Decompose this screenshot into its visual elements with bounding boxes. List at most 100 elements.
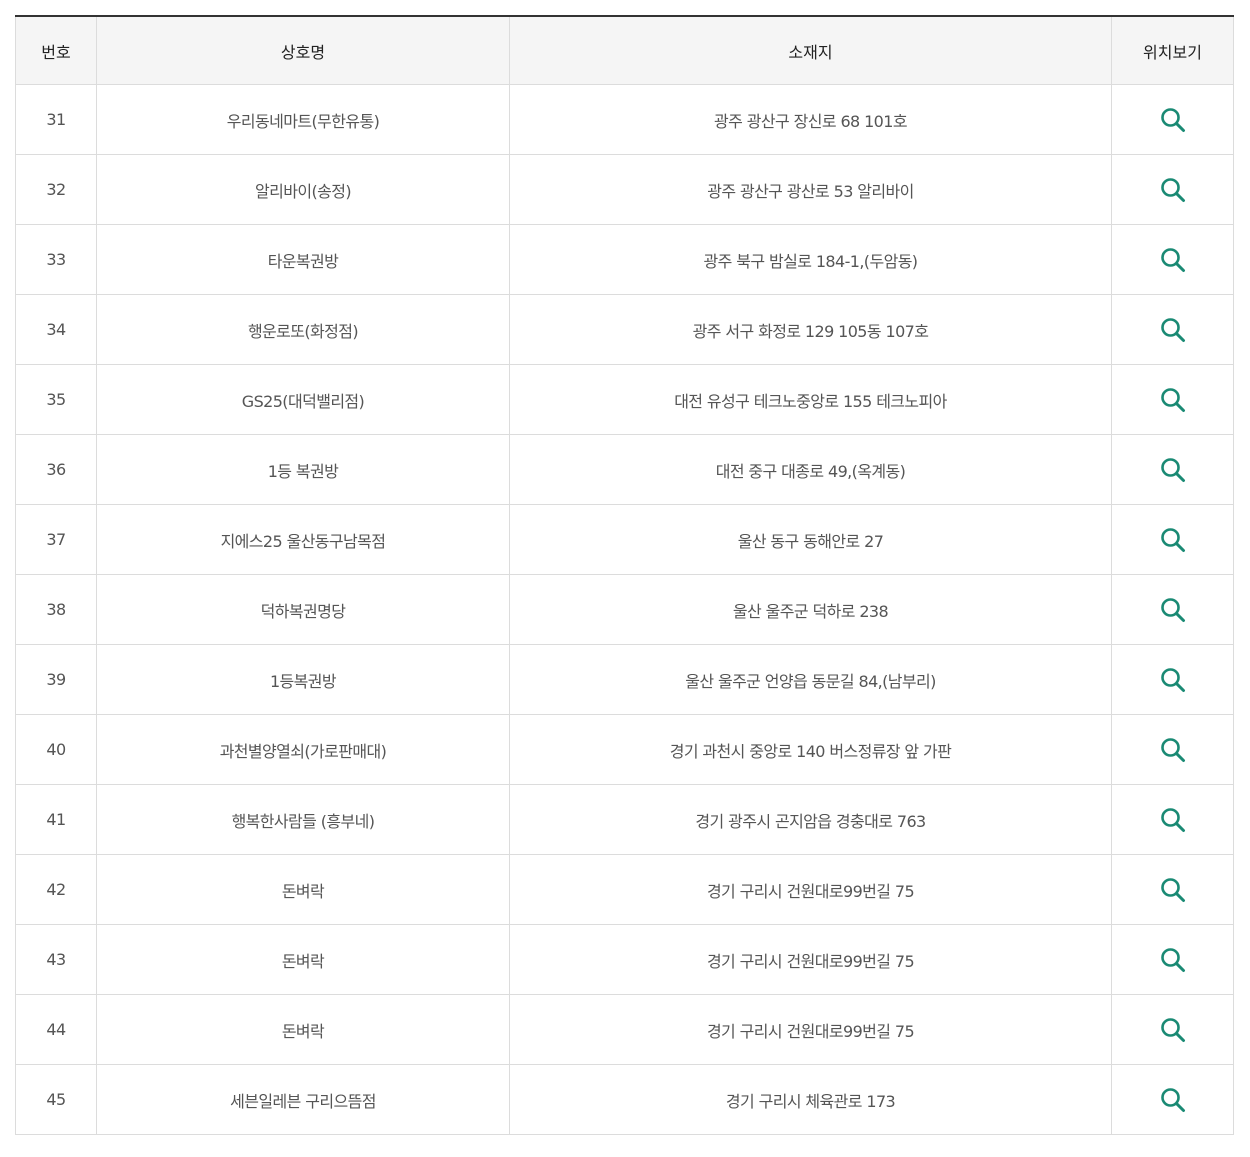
table-row: 39 1등복권방 울산 울주군 언양읍 동문길 84,(남부리) bbox=[15, 644, 1234, 715]
table-row: 45 세븐일레븐 구리으뜸점 경기 구리시 체육관로 173 bbox=[15, 1064, 1234, 1135]
view-location-button[interactable] bbox=[1158, 1015, 1188, 1045]
table-body: 31 우리동네마트(무한유통) 광주 광산구 장신로 68 101호 32 알리… bbox=[15, 84, 1234, 1135]
search-icon bbox=[1160, 597, 1185, 622]
cell-name: 세븐일레븐 구리으뜸점 bbox=[96, 1064, 510, 1135]
view-location-button[interactable] bbox=[1158, 455, 1188, 485]
cell-location bbox=[1111, 784, 1234, 855]
cell-number: 36 bbox=[15, 434, 97, 505]
cell-address: 경기 과천시 중앙로 140 버스정류장 앞 가판 bbox=[509, 714, 1112, 785]
table-row: 35 GS25(대덕밸리점) 대전 유성구 테크노중앙로 155 테크노피아 bbox=[15, 364, 1234, 435]
view-location-button[interactable] bbox=[1158, 525, 1188, 555]
search-icon bbox=[1160, 527, 1185, 552]
view-location-button[interactable] bbox=[1158, 735, 1188, 765]
cell-address: 광주 서구 화정로 129 105동 107호 bbox=[509, 294, 1112, 365]
cell-location bbox=[1111, 854, 1234, 925]
cell-location bbox=[1111, 224, 1234, 295]
view-location-button[interactable] bbox=[1158, 665, 1188, 695]
view-location-button[interactable] bbox=[1158, 1085, 1188, 1115]
view-location-button[interactable] bbox=[1158, 175, 1188, 205]
cell-location bbox=[1111, 714, 1234, 785]
cell-name: 타운복권방 bbox=[96, 224, 510, 295]
view-location-button[interactable] bbox=[1158, 315, 1188, 345]
view-location-button[interactable] bbox=[1158, 945, 1188, 975]
search-icon bbox=[1160, 807, 1185, 832]
cell-address: 대전 중구 대종로 49,(옥계동) bbox=[509, 434, 1112, 505]
cell-number: 35 bbox=[15, 364, 97, 435]
table-header-row: 번호 상호명 소재지 위치보기 bbox=[15, 16, 1234, 85]
table-row: 33 타운복권방 광주 북구 밤실로 184-1,(두암동) bbox=[15, 224, 1234, 295]
cell-name: 지에스25 울산동구남목점 bbox=[96, 504, 510, 575]
cell-address: 경기 구리시 체육관로 173 bbox=[509, 1064, 1112, 1135]
search-icon bbox=[1160, 1017, 1185, 1042]
cell-location bbox=[1111, 994, 1234, 1065]
cell-name: 돈벼락 bbox=[96, 994, 510, 1065]
table-row: 32 알리바이(송정) 광주 광산구 광산로 53 알리바이 bbox=[15, 154, 1234, 225]
view-location-button[interactable] bbox=[1158, 245, 1188, 275]
search-icon bbox=[1160, 247, 1185, 272]
cell-name: GS25(대덕밸리점) bbox=[96, 364, 510, 435]
table-row: 37 지에스25 울산동구남목점 울산 동구 동해안로 27 bbox=[15, 504, 1234, 575]
search-icon bbox=[1160, 387, 1185, 412]
cell-location bbox=[1111, 154, 1234, 225]
cell-number: 42 bbox=[15, 854, 97, 925]
cell-name: 우리동네마트(무한유통) bbox=[96, 84, 510, 155]
table-row: 44 돈벼락 경기 구리시 건원대로99번길 75 bbox=[15, 994, 1234, 1065]
view-location-button[interactable] bbox=[1158, 385, 1188, 415]
cell-number: 44 bbox=[15, 994, 97, 1065]
cell-location bbox=[1111, 84, 1234, 155]
cell-location bbox=[1111, 434, 1234, 505]
cell-number: 38 bbox=[15, 574, 97, 645]
store-list: 번호 상호명 소재지 위치보기 31 우리동네마트(무한유통) 광주 광산구 장… bbox=[15, 15, 1234, 1135]
view-location-button[interactable] bbox=[1158, 805, 1188, 835]
cell-location bbox=[1111, 924, 1234, 995]
cell-number: 31 bbox=[15, 84, 97, 155]
cell-address: 경기 광주시 곤지암읍 경충대로 763 bbox=[509, 784, 1112, 855]
cell-name: 과천별양열쇠(가로판매대) bbox=[96, 714, 510, 785]
cell-number: 32 bbox=[15, 154, 97, 225]
cell-name: 1등복권방 bbox=[96, 644, 510, 715]
cell-location bbox=[1111, 294, 1234, 365]
cell-location bbox=[1111, 1064, 1234, 1135]
table-row: 36 1등 복권방 대전 중구 대종로 49,(옥계동) bbox=[15, 434, 1234, 505]
cell-address: 울산 울주군 언양읍 동문길 84,(남부리) bbox=[509, 644, 1112, 715]
table-row: 42 돈벼락 경기 구리시 건원대로99번길 75 bbox=[15, 854, 1234, 925]
view-location-button[interactable] bbox=[1158, 595, 1188, 625]
search-icon bbox=[1160, 317, 1185, 342]
cell-location bbox=[1111, 644, 1234, 715]
cell-address: 경기 구리시 건원대로99번길 75 bbox=[509, 854, 1112, 925]
cell-name: 1등 복권방 bbox=[96, 434, 510, 505]
header-address: 소재지 bbox=[509, 16, 1112, 85]
cell-name: 행운로또(화정점) bbox=[96, 294, 510, 365]
cell-name: 덕하복권명당 bbox=[96, 574, 510, 645]
header-location: 위치보기 bbox=[1111, 16, 1234, 85]
cell-number: 34 bbox=[15, 294, 97, 365]
header-number: 번호 bbox=[15, 16, 97, 85]
view-location-button[interactable] bbox=[1158, 875, 1188, 905]
cell-number: 37 bbox=[15, 504, 97, 575]
search-icon bbox=[1160, 737, 1185, 762]
table-row: 31 우리동네마트(무한유통) 광주 광산구 장신로 68 101호 bbox=[15, 84, 1234, 155]
cell-location bbox=[1111, 504, 1234, 575]
cell-address: 대전 유성구 테크노중앙로 155 테크노피아 bbox=[509, 364, 1112, 435]
cell-location bbox=[1111, 364, 1234, 435]
cell-address: 울산 동구 동해안로 27 bbox=[509, 504, 1112, 575]
search-icon bbox=[1160, 177, 1185, 202]
cell-name: 돈벼락 bbox=[96, 854, 510, 925]
search-icon bbox=[1160, 1087, 1185, 1112]
cell-name: 돈벼락 bbox=[96, 924, 510, 995]
store-table: 번호 상호명 소재지 위치보기 31 우리동네마트(무한유통) 광주 광산구 장… bbox=[15, 15, 1234, 1135]
search-icon bbox=[1160, 947, 1185, 972]
cell-address: 광주 북구 밤실로 184-1,(두암동) bbox=[509, 224, 1112, 295]
cell-address: 광주 광산구 광산로 53 알리바이 bbox=[509, 154, 1112, 225]
search-icon bbox=[1160, 107, 1185, 132]
view-location-button[interactable] bbox=[1158, 105, 1188, 135]
table-row: 38 덕하복권명당 울산 울주군 덕하로 238 bbox=[15, 574, 1234, 645]
cell-address: 울산 울주군 덕하로 238 bbox=[509, 574, 1112, 645]
search-icon bbox=[1160, 457, 1185, 482]
table-row: 41 행복한사람들 (흥부네) 경기 광주시 곤지암읍 경충대로 763 bbox=[15, 784, 1234, 855]
cell-address: 경기 구리시 건원대로99번길 75 bbox=[509, 924, 1112, 995]
search-icon bbox=[1160, 877, 1185, 902]
header-name: 상호명 bbox=[96, 16, 510, 85]
cell-address: 경기 구리시 건원대로99번길 75 bbox=[509, 994, 1112, 1065]
cell-number: 43 bbox=[15, 924, 97, 995]
